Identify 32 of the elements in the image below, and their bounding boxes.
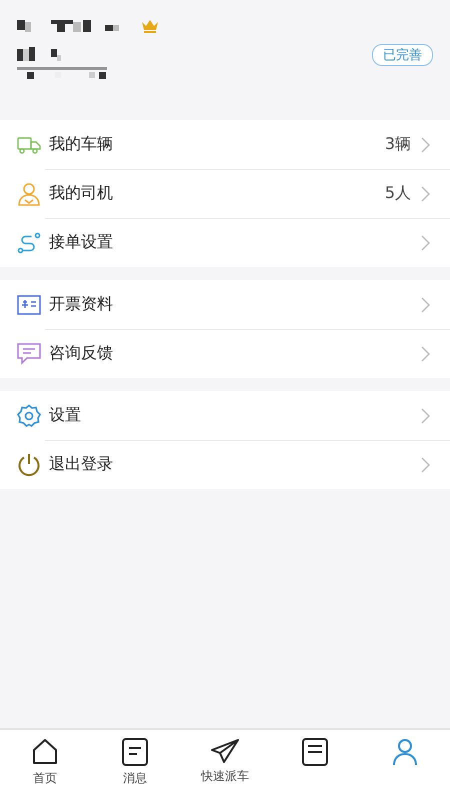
menu-item[interactable]: 接单设置 <box>0 218 450 267</box>
menu-item[interactable]: 我的司机 5人 <box>0 169 450 218</box>
chevron-icon <box>421 234 430 250</box>
chevron-icon <box>421 296 430 312</box>
person-icon <box>16 182 40 206</box>
note-icon <box>122 738 148 766</box>
user-icon <box>392 738 418 766</box>
document-icon <box>302 738 328 766</box>
chevron-icon <box>421 346 430 362</box>
chevron-icon <box>421 136 430 152</box>
home-icon <box>31 738 59 766</box>
power-icon <box>16 452 40 476</box>
tab-item[interactable]: 首页 <box>0 730 90 800</box>
menu-item[interactable]: 开票资料 <box>0 280 450 329</box>
truck-icon <box>16 136 40 154</box>
ticket-icon <box>16 294 40 314</box>
tab-item[interactable]: 快速派车 <box>180 730 270 800</box>
settings-icon <box>16 404 40 428</box>
chat-icon <box>16 342 40 364</box>
menu-item[interactable]: 咨询反馈 <box>0 329 450 378</box>
chevron-icon <box>421 186 430 202</box>
route-icon <box>16 232 40 254</box>
count-text: 5人 <box>384 183 411 204</box>
paper-plane-icon <box>210 738 240 764</box>
menu-item[interactable]: 设置 <box>0 391 450 440</box>
menu-item[interactable]: 退出登录 <box>0 440 450 489</box>
count-text: 3辆 <box>384 134 411 155</box>
tab-item[interactable]: 消息 <box>90 730 180 800</box>
crown-icon <box>141 19 159 33</box>
chevron-icon <box>421 456 430 472</box>
chevron-icon <box>421 408 430 424</box>
menu-item[interactable]: 我的车辆 3辆 <box>0 120 450 169</box>
